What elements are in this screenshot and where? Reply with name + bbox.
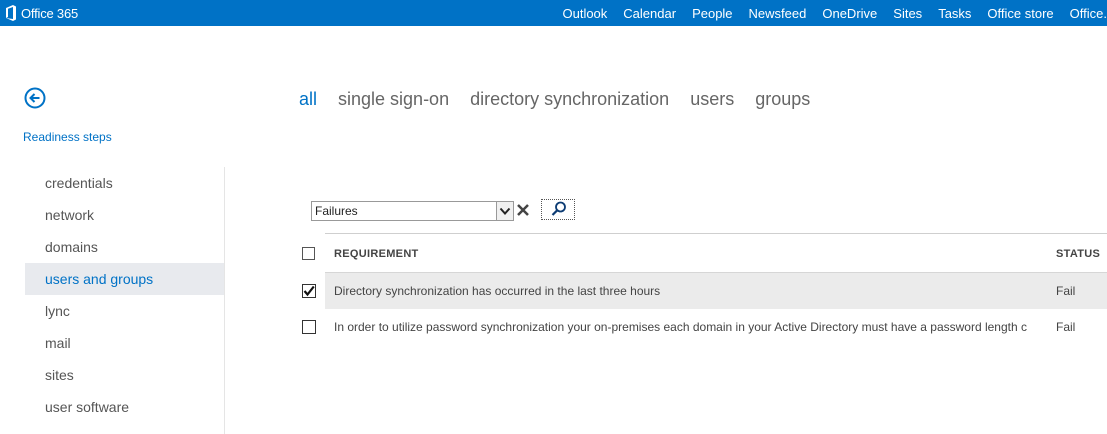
left-nav-divider	[224, 167, 225, 434]
table-row[interactable]: Directory synchronization has occurred i…	[300, 273, 1107, 309]
table-row[interactable]: In order to utilize password synchroniza…	[300, 309, 1107, 345]
tab-directory-synchronization[interactable]: directory synchronization	[470, 89, 669, 110]
row-requirement: Directory synchronization has occurred i…	[334, 284, 661, 298]
search-icon	[551, 201, 566, 216]
topnav-people[interactable]: People	[692, 6, 732, 21]
office-logo-icon	[5, 5, 17, 21]
nav-item-users-and-groups[interactable]: users and groups	[25, 263, 225, 295]
nav-item-network[interactable]: network	[25, 199, 225, 231]
row-checkbox[interactable]	[302, 284, 316, 298]
nav-item-sites[interactable]: sites	[25, 359, 225, 391]
chevron-down-icon	[499, 207, 511, 215]
filter-dropdown-button[interactable]	[496, 202, 513, 220]
select-all-checkbox[interactable]	[302, 247, 315, 260]
readiness-steps-link[interactable]: Readiness steps	[23, 130, 112, 144]
topnav-newsfeed[interactable]: Newsfeed	[749, 6, 807, 21]
topnav-tasks[interactable]: Tasks	[938, 6, 971, 21]
row-status: Fail	[1056, 284, 1076, 298]
brand[interactable]: Office 365	[5, 4, 78, 22]
nav-item-lync[interactable]: lync	[25, 295, 225, 327]
topnav-office[interactable]: Office.	[1070, 6, 1107, 21]
nav-item-domains[interactable]: domains	[25, 231, 225, 263]
topnav-outlook[interactable]: Outlook	[562, 6, 607, 21]
nav-item-credentials[interactable]: credentials	[25, 167, 225, 199]
filter-select[interactable]: Failures	[311, 201, 514, 221]
top-bar: Office 365 Outlook Calendar People Newsf…	[0, 0, 1107, 26]
tab-groups[interactable]: groups	[755, 89, 810, 110]
row-requirement: In order to utilize password synchroniza…	[334, 320, 1027, 334]
topnav-calendar[interactable]: Calendar	[623, 6, 676, 21]
back-button[interactable]	[24, 87, 46, 109]
pivot-tabs: all single sign-on directory synchroniza…	[299, 89, 831, 110]
row-status: Fail	[1056, 320, 1076, 334]
nav-item-user-software[interactable]: user software	[25, 391, 225, 423]
clear-x-icon	[517, 204, 529, 216]
column-header-status[interactable]: STATUS	[1056, 248, 1100, 260]
back-arrow-icon	[24, 87, 46, 109]
top-nav: Outlook Calendar People Newsfeed OneDriv…	[562, 0, 1107, 26]
brand-title: Office 365	[21, 5, 79, 21]
column-header-requirement[interactable]: REQUIREMENT	[334, 248, 419, 260]
topnav-office-store[interactable]: Office store	[987, 6, 1053, 21]
checkmark-icon	[303, 285, 315, 297]
tab-all[interactable]: all	[299, 89, 317, 110]
topnav-sites[interactable]: Sites	[893, 6, 922, 21]
clear-filter-button[interactable]	[515, 201, 531, 219]
search-button[interactable]	[541, 199, 575, 220]
filter-value: Failures	[315, 204, 358, 218]
table-header: REQUIREMENT STATUS	[300, 234, 1107, 272]
tab-users[interactable]: users	[690, 89, 734, 110]
left-nav: credentials network domains users and gr…	[25, 167, 225, 423]
topnav-onedrive[interactable]: OneDrive	[822, 6, 877, 21]
tab-single-sign-on[interactable]: single sign-on	[338, 89, 449, 110]
row-checkbox[interactable]	[302, 320, 316, 334]
nav-item-mail[interactable]: mail	[25, 327, 225, 359]
